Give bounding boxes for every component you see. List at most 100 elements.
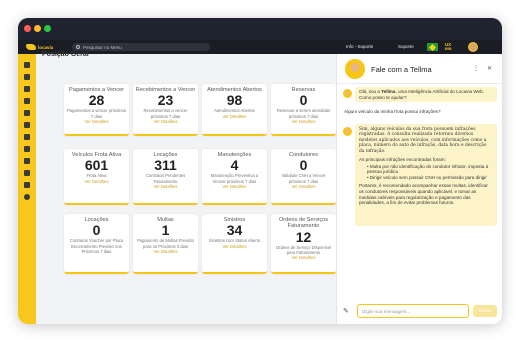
card-ordens-de-servico[interactable]: Ordens de Serviços Faturamento 12 Ordens… [271, 214, 336, 274]
card-details-link[interactable]: Ver Detalhes [64, 119, 129, 125]
card-manutencoes[interactable]: Manutenções 4 Manutenção Preventiva a Ve… [202, 149, 267, 205]
logo-mark-icon [26, 44, 36, 50]
card-veiculos-frota-ativa[interactable]: Veículos Frota Ativa 601 Frota Ativa Ver… [64, 149, 129, 205]
card-value: 4 [230, 157, 239, 174]
greeting-name: Tellma [381, 89, 396, 94]
answer-main-title: As principais infrações encontradas fora… [359, 157, 446, 163]
tools-icon[interactable]: ✎ [343, 307, 349, 315]
info-support-menu[interactable]: Info - Suporte [346, 44, 373, 49]
search-icon [76, 45, 80, 49]
dashboard-icon[interactable] [24, 62, 30, 68]
gauge-icon[interactable] [24, 146, 30, 152]
info-icon[interactable] [24, 194, 30, 200]
card-pagamentos-a-vencer[interactable]: Pagamentos a Vencer 28 Pagamentos a venc… [64, 84, 129, 136]
document-icon[interactable] [24, 122, 30, 128]
card-value: 0 [299, 92, 308, 109]
user-question: Algum veículo da minha frota possui infr… [344, 109, 441, 114]
card-locacoes-voucher[interactable]: Locações 0 Contratos Voucher por Placa E… [64, 214, 129, 274]
user-message: Algum veículo da minha frota possui infr… [343, 107, 497, 117]
tellma-chat-panel: Fale com a Tellma ⋮ ✕ Olá, sou a Tellma,… [336, 54, 502, 324]
card-description: Reservas a serem atendidas próximos 7 di… [276, 108, 331, 119]
brazil-flag-icon[interactable] [427, 43, 438, 51]
bot-answer-message: Sim, alguns veículos da sua frota possue… [355, 124, 497, 226]
card-description: Contratos Pendentes Faturamento [145, 173, 186, 184]
money-icon[interactable] [24, 134, 30, 140]
card-sinistros[interactable]: Sinistros 34 Sinistros com Status Aberto… [202, 214, 267, 274]
card-details-link[interactable]: Ver Detalhes [202, 114, 267, 120]
card-multas[interactable]: Multas 1 Pagamento de Multas Previsto pa… [133, 214, 198, 274]
answer-item: • Multa por não identificação do conduto… [367, 163, 489, 175]
card-description: Contratos Voucher por Placa Encerramento… [69, 238, 124, 254]
bot-greeting-message: Olá, sou a Tellma, uma Inteligência Arti… [355, 87, 497, 103]
card-details-link[interactable]: Ver Detalhes [271, 184, 336, 190]
ux-sub-label: WIN [444, 47, 452, 51]
star-icon[interactable] [24, 182, 30, 188]
answer-intro: Sim, alguns veículos da sua frota possue… [359, 127, 487, 154]
car-icon[interactable] [24, 74, 30, 80]
card-condutores[interactable]: Condutores 0 Validade CNH a Vencer próxi… [271, 149, 336, 205]
more-options-icon[interactable]: ⋮ [473, 65, 479, 72]
greeting-prefix: Olá, sou a [359, 89, 382, 94]
card-title: Ordens de Serviços Faturamento [278, 217, 329, 230]
menu-search[interactable]: Pesquisar no Menu [72, 43, 210, 51]
card-value: 311 [154, 157, 177, 174]
ux-win-badge[interactable]: UX WIN [441, 42, 455, 52]
card-recebimentos-a-vencer[interactable]: Recebimentos a Vencer 23 Recebimentos a … [133, 84, 198, 136]
card-value: 0 [92, 222, 101, 239]
card-value: 23 [157, 92, 174, 109]
chat-title: Fale com a Tellma [371, 65, 432, 74]
card-value: 601 [84, 157, 109, 174]
support-menu[interactable]: Suporte [398, 44, 414, 49]
app-topbar: locavia Pesquisar no Menu Info - Suporte… [18, 40, 502, 54]
answer-outro: Portanto, é recomendado acompanhar essas… [359, 183, 488, 206]
close-window-dot[interactable] [24, 25, 31, 32]
sidebar [18, 54, 36, 324]
tellma-message-avatar [343, 89, 352, 98]
card-description: Manutenção Preventiva a Vencer próximos … [210, 173, 259, 184]
answer-item-text: Multa por não identificação do condutor … [367, 163, 489, 175]
chat-header: Fale com a Tellma ⋮ ✕ [337, 54, 502, 84]
send-button[interactable]: Enviar [473, 305, 497, 317]
page-title: Posição Geral [42, 51, 89, 58]
list-icon[interactable] [24, 98, 30, 104]
card-description: Recebimentos a vencer próximos 7 dias [143, 108, 188, 119]
browser-window: locavia Pesquisar no Menu Info - Suporte… [18, 18, 502, 324]
card-value: 12 [295, 228, 312, 245]
minimize-window-dot[interactable] [34, 25, 41, 32]
user-avatar[interactable] [468, 42, 478, 52]
answer-item-text: Dirigir veículo sem possuir CNH ou permi… [369, 174, 487, 180]
card-description: Pagamentos a vencer próximos 7 dias [67, 108, 126, 119]
card-details-link[interactable]: Ver Detalhes [271, 255, 336, 261]
card-description: Pagamento de Multas Previsto para os Pró… [136, 238, 195, 249]
tellma-avatar [345, 59, 365, 79]
card-details-link[interactable]: Ver Detalhes [133, 249, 198, 255]
phone-icon[interactable] [24, 86, 30, 92]
tellma-message-avatar [343, 127, 352, 136]
app-logo[interactable]: locavia [26, 43, 53, 51]
close-chat-icon[interactable]: ✕ [487, 65, 492, 72]
answer-item: • Dirigir veículo sem possuir CNH ou per… [367, 174, 487, 180]
card-description: Ordens de Serviço Disponível para Fatura… [275, 244, 332, 256]
card-value: 34 [226, 222, 243, 239]
card-reservas[interactable]: Reservas 0 Reservas a serem atendidas pr… [271, 84, 336, 136]
settings-icon[interactable] [24, 170, 30, 176]
card-details-link[interactable]: Ver Detalhes [202, 184, 267, 190]
card-atendimentos-abertos[interactable]: Atendimentos Abertos 98 Atendimentos Abe… [202, 84, 267, 136]
window-titlebar [18, 18, 502, 40]
logo-text: locavia [38, 44, 54, 50]
card-locacoes[interactable]: Locações 311 Contratos Pendentes Faturam… [133, 149, 198, 205]
card-description: Sinistros com Status Aberto [208, 238, 261, 244]
card-details-link[interactable]: Ver Detalhes [271, 119, 336, 125]
card-details-link[interactable]: Ver Detalhes [133, 184, 198, 190]
card-description: Validade CNH a Vencer próximos 7 dias [281, 173, 326, 184]
maximize-window-dot[interactable] [44, 25, 51, 32]
truck-icon[interactable] [24, 110, 30, 116]
calendar-icon[interactable] [24, 158, 30, 164]
card-details-link[interactable]: Ver Detalhes [64, 179, 129, 185]
search-input[interactable]: Pesquisar no Menu [83, 45, 122, 50]
card-value: 28 [88, 92, 105, 109]
card-details-link[interactable]: Ver Detalhes [133, 119, 198, 125]
message-input[interactable]: Digite sua mensagem... [357, 304, 469, 318]
card-value: 0 [299, 157, 308, 174]
card-details-link[interactable]: Ver Detalhes [202, 244, 267, 250]
